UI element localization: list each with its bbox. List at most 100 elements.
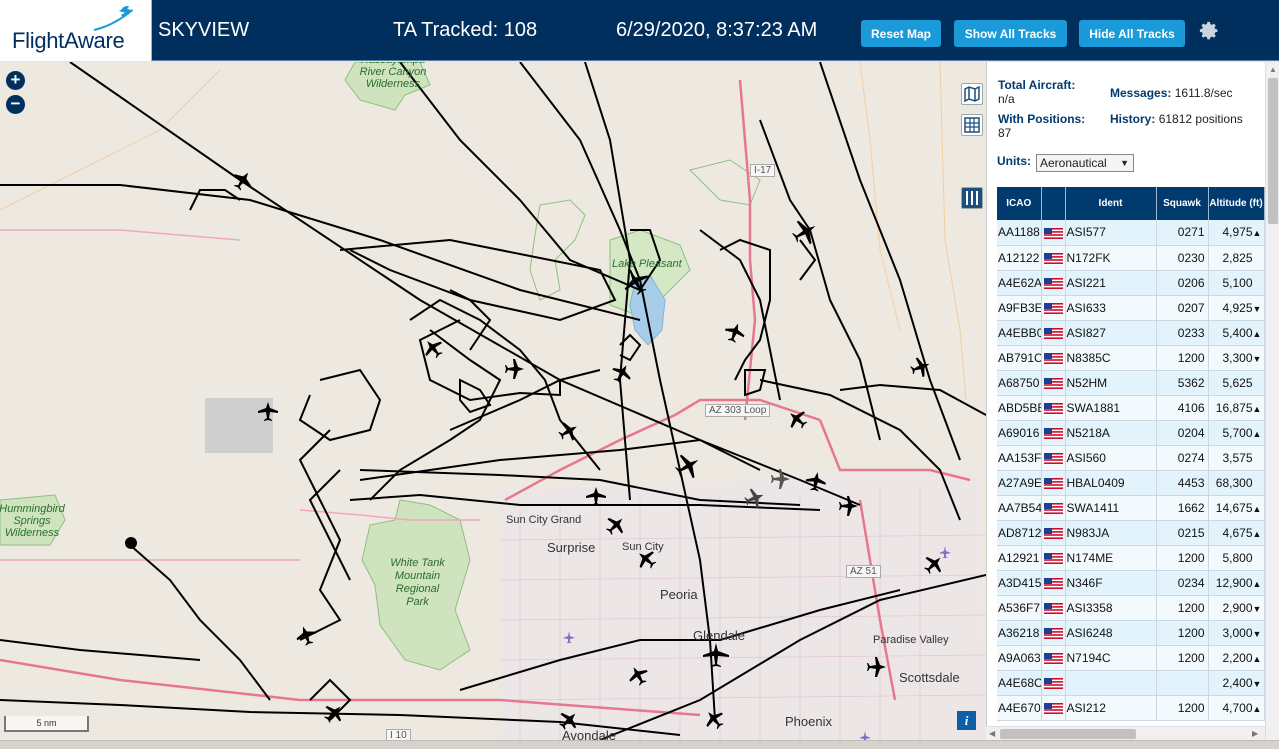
panel-vertical-scrollbar[interactable]: ▲ <box>1265 62 1279 749</box>
icao-cell: A4EBB0 <box>997 320 1042 346</box>
skyview-app: FlightAware SKYVIEW TA Tracked: 108 6/29… <box>0 0 1279 749</box>
us-flag-icon <box>1043 677 1063 689</box>
table-row[interactable]: A536F7 ASI3358 1200 2,900▼ <box>997 595 1265 621</box>
map-label-glendale: Glendale <box>693 628 746 643</box>
column-header-flag[interactable] <box>1041 187 1066 220</box>
table-row[interactable]: A68750 N52HM 5362 5,625 <box>997 370 1265 396</box>
icao-cell: A12921 <box>997 545 1042 571</box>
ident-cell: HBAL0409 <box>1065 470 1157 496</box>
table-row[interactable]: A4E68C 2,400▼ <box>997 670 1265 696</box>
table-header-row: ICAO Ident Squawk Altitude (ft) <box>997 187 1265 220</box>
altitude-trend-icon: ▲ <box>1252 328 1262 339</box>
flightaware-logo[interactable]: FlightAware <box>0 0 152 61</box>
squawk-cell: 0215 <box>1156 520 1209 546</box>
panel-horizontal-scrollbar[interactable]: ◀ ▶ <box>986 726 1265 740</box>
total-aircraft-value: n/a <box>998 92 1015 106</box>
show-all-tracks-button[interactable]: Show All Tracks <box>954 20 1067 47</box>
bottom-strip <box>0 740 1279 749</box>
altitude-cell: 12,900▲ <box>1208 570 1265 596</box>
gear-icon[interactable] <box>1196 18 1220 42</box>
table-row[interactable]: A12122 N172FK 0230 2,825 <box>997 245 1265 271</box>
table-row[interactable]: A69016 N5218A 0204 5,700▲ <box>997 420 1265 446</box>
table-row[interactable]: AB791C N8385C 1200 3,300▼ <box>997 345 1265 371</box>
grid-overlay-icon[interactable] <box>961 114 983 136</box>
squawk-cell: 0234 <box>1156 570 1209 596</box>
us-flag-icon <box>1043 377 1063 389</box>
table-row[interactable]: ABD5BB SWA1881 4106 16,875▲ <box>997 395 1265 421</box>
table-row[interactable]: A4E62A ASI221 0206 5,100 <box>997 270 1265 296</box>
altitude-value: 14,675 <box>1215 500 1253 515</box>
flag-cell <box>1041 595 1066 621</box>
altitude-value: 68,300 <box>1215 475 1253 490</box>
altitude-value: 2,200 <box>1222 650 1253 665</box>
table-row[interactable]: A9A063 N7194C 1200 2,200▲ <box>997 645 1265 671</box>
altitude-trend-icon: ▲ <box>1252 653 1262 664</box>
map-view[interactable]: + − Hassayampa River Canyon Wilderness L… <box>0 62 986 749</box>
squawk-cell: 1200 <box>1156 345 1209 371</box>
table-row[interactable]: A36218 ASI6248 1200 3,000▼ <box>997 620 1265 646</box>
zoom-out-button[interactable]: − <box>6 95 25 114</box>
squawk-cell: 1662 <box>1156 495 1209 521</box>
column-header-icao[interactable]: ICAO <box>997 187 1042 220</box>
table-row[interactable]: AA1188 ASI577 0271 4,975▲ <box>997 220 1265 246</box>
table-row[interactable]: A9FB3E ASI633 0207 4,925▼ <box>997 295 1265 321</box>
columns-toggle-icon[interactable] <box>961 187 983 209</box>
table-row[interactable]: A4E670 ASI212 1200 4,700▲ <box>997 695 1265 721</box>
units-select[interactable]: Aeronautical ▼ <box>1036 154 1134 172</box>
altitude-value: 3,575 <box>1222 450 1253 465</box>
map-layers-icon[interactable] <box>961 83 983 105</box>
flag-cell <box>1041 395 1066 421</box>
dropdown-arrow-icon: ▼ <box>1120 158 1129 168</box>
table-row[interactable]: A4EBB0 ASI827 0233 5,400▲ <box>997 320 1265 346</box>
map-scale-bar: 5 nm <box>4 716 89 732</box>
icao-cell: A12122 <box>997 245 1042 271</box>
us-flag-icon <box>1043 227 1063 239</box>
ident-cell: SWA1881 <box>1065 395 1157 421</box>
icao-cell: AA153F <box>997 445 1042 471</box>
us-flag-icon <box>1043 527 1063 539</box>
units-label: Units: <box>997 154 1031 168</box>
squawk-cell: 0233 <box>1156 320 1209 346</box>
scroll-right-arrow-icon[interactable]: ▶ <box>1252 729 1258 738</box>
vertical-scroll-thumb[interactable] <box>1268 78 1278 224</box>
altitude-value: 2,900 <box>1222 600 1253 615</box>
table-row[interactable]: A3D415 N346F 0234 12,900▲ <box>997 570 1265 596</box>
map-label-hassayampa: Hassayampa River Canyon Wilderness <box>359 62 427 90</box>
map-canvas[interactable] <box>0 62 986 749</box>
table-row[interactable]: AD8712 N983JA 0215 4,675▲ <box>997 520 1265 546</box>
column-header-altitude[interactable]: Altitude (ft) <box>1208 187 1265 220</box>
ident-cell: ASI827 <box>1065 320 1157 346</box>
icao-cell: A4E670 <box>997 695 1042 721</box>
flag-cell <box>1041 245 1066 271</box>
altitude-cell: 5,400▲ <box>1208 320 1265 346</box>
table-row[interactable]: A12921 N174ME 1200 5,800 <box>997 545 1265 571</box>
flag-cell <box>1041 645 1066 671</box>
table-row[interactable]: AA153F ASI560 0274 3,575 <box>997 445 1265 471</box>
altitude-cell: 5,700▲ <box>1208 420 1265 446</box>
icao-cell: A9A063 <box>997 645 1042 671</box>
us-flag-icon <box>1043 277 1063 289</box>
altitude-cell: 5,100 <box>1208 270 1265 296</box>
info-button[interactable]: i <box>957 711 976 730</box>
logo-text: FlightAware <box>12 28 125 53</box>
icao-cell: A9FB3E <box>997 295 1042 321</box>
ident-cell: ASI6248 <box>1065 620 1157 646</box>
altitude-cell: 4,675▲ <box>1208 520 1265 546</box>
scroll-left-arrow-icon[interactable]: ◀ <box>989 729 995 738</box>
altitude-trend-icon: ▲ <box>1252 228 1262 239</box>
aircraft-table-body: AA1188 ASI577 0271 4,975▲ A12122 N172FK 0230 2,… <box>997 220 1265 721</box>
horizontal-scroll-thumb[interactable] <box>1000 729 1136 739</box>
altitude-value: 5,700 <box>1222 425 1253 440</box>
squawk-cell: 1200 <box>1156 645 1209 671</box>
hide-all-tracks-button[interactable]: Hide All Tracks <box>1079 20 1185 47</box>
table-row[interactable]: AA7B54 SWA1411 1662 14,675▲ <box>997 495 1265 521</box>
altitude-trend-icon: ▲ <box>1252 578 1262 589</box>
zoom-in-button[interactable]: + <box>6 71 25 90</box>
column-header-ident[interactable]: Ident <box>1065 187 1157 220</box>
reset-map-button[interactable]: Reset Map <box>861 20 941 47</box>
altitude-trend-icon: ▼ <box>1252 353 1262 364</box>
altitude-value: 4,975 <box>1222 225 1253 240</box>
column-header-squawk[interactable]: Squawk <box>1156 187 1209 220</box>
scroll-up-arrow-icon[interactable]: ▲ <box>1269 65 1277 74</box>
table-row[interactable]: A27A9E HBAL0409 4453 68,300 <box>997 470 1265 496</box>
